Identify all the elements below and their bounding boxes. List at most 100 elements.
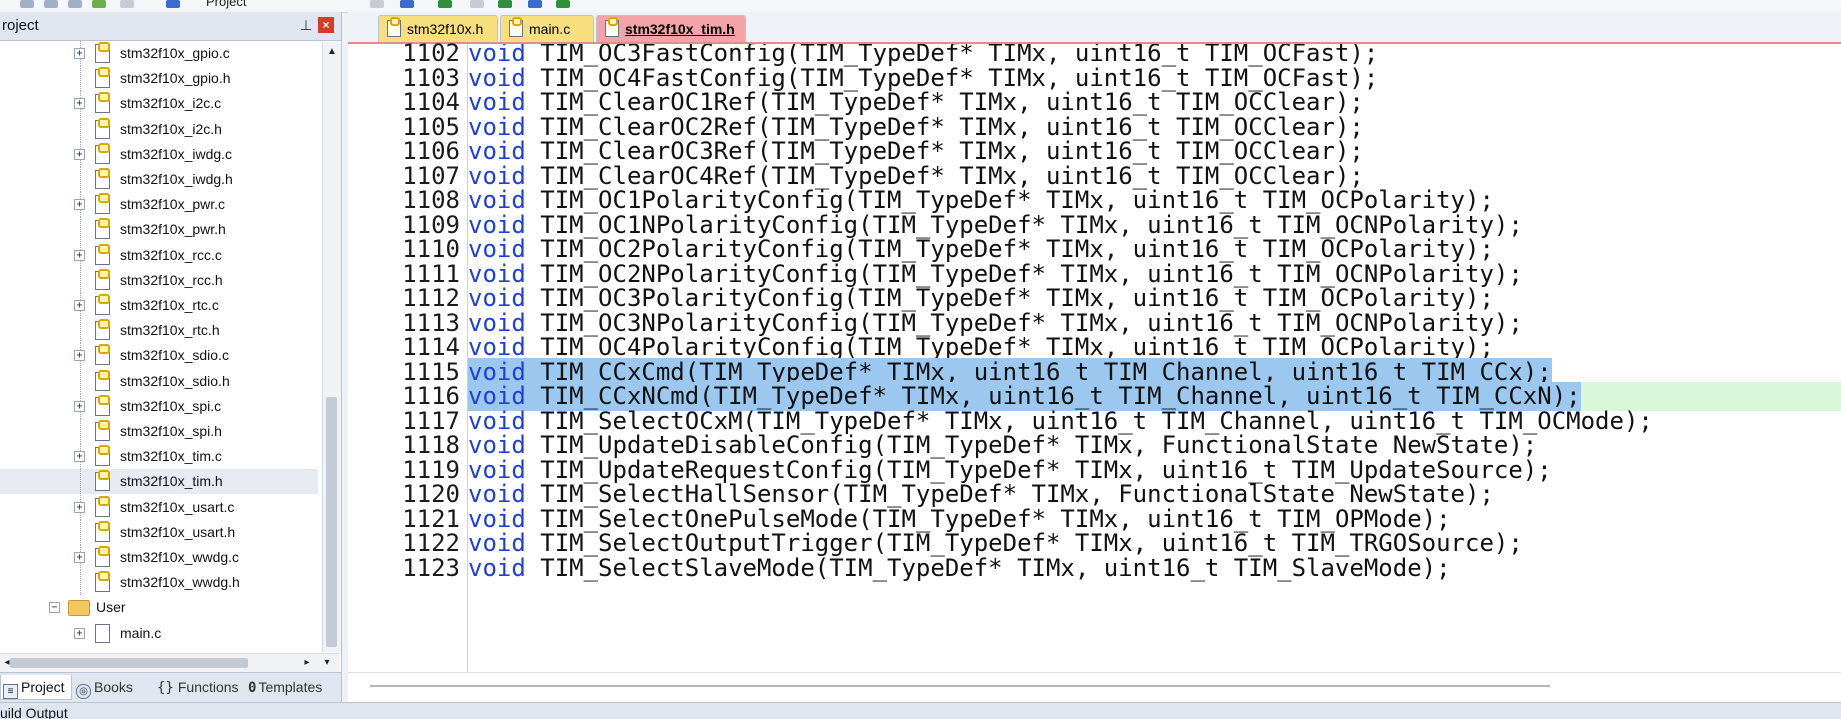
toolbar-button[interactable] bbox=[400, 0, 414, 8]
header-file-icon bbox=[95, 193, 110, 214]
expand-icon[interactable]: + bbox=[74, 98, 85, 109]
header-file-icon bbox=[95, 218, 110, 239]
tree-item[interactable]: + stm32f10x_sdio.c bbox=[0, 343, 318, 368]
tab-templates[interactable]: 0 Templates bbox=[246, 675, 340, 699]
tree-item[interactable]: + stm32f10x_usart.c bbox=[0, 495, 318, 520]
tab-project[interactable]: ≡ Project bbox=[0, 675, 72, 700]
tree-item-label: stm32f10x_pwr.h bbox=[120, 221, 226, 237]
tree-guide-line bbox=[80, 570, 82, 595]
toolbar-button[interactable] bbox=[556, 0, 570, 8]
tree-item[interactable]: stm32f10x_wwdg.h bbox=[0, 570, 318, 595]
tree-guide-line bbox=[80, 419, 82, 444]
close-icon[interactable]: × bbox=[318, 17, 334, 33]
code-line[interactable]: void TIM_SelectSlaveMode(TIM_TypeDef* TI… bbox=[468, 554, 1451, 583]
tree-item-label: stm32f10x_spi.h bbox=[120, 423, 222, 439]
source-file-icon bbox=[95, 624, 110, 643]
header-file-icon bbox=[605, 17, 619, 37]
header-file-icon bbox=[95, 319, 110, 340]
code-area[interactable]: void TIM_OC3FastConfig(TIM_TypeDef* TIMx… bbox=[468, 44, 1841, 672]
toolbar-button[interactable] bbox=[120, 0, 134, 8]
tree-item[interactable]: + stm32f10x_i2c.c bbox=[0, 91, 318, 116]
toolbar-button[interactable] bbox=[528, 0, 542, 8]
tree-item-label: stm32f10x_i2c.c bbox=[120, 95, 222, 111]
toolbar-button[interactable] bbox=[470, 0, 484, 8]
keyword-token: void bbox=[468, 284, 526, 312]
tree-item[interactable]: stm32f10x_pwr.h bbox=[0, 217, 318, 242]
toolbar-button[interactable] bbox=[498, 0, 512, 8]
project-tree: + stm32f10x_gpio.c stm32f10x_gpio.h + stm32f… bbox=[0, 41, 322, 653]
header-file-icon bbox=[95, 521, 110, 542]
toolbar-button[interactable] bbox=[20, 0, 34, 8]
expand-icon[interactable]: + bbox=[74, 300, 85, 311]
source-file-icon bbox=[509, 17, 523, 37]
expand-icon[interactable]: + bbox=[74, 48, 85, 59]
tree-item-label: stm32f10x_iwdg.c bbox=[120, 146, 233, 162]
header-file-icon bbox=[95, 118, 110, 139]
tree-item[interactable]: stm32f10x_gpio.h bbox=[0, 66, 318, 91]
keyword-token: void bbox=[468, 529, 526, 557]
toolbar-button[interactable] bbox=[68, 0, 82, 8]
tree-item[interactable]: stm32f10x_iwdg.h bbox=[0, 167, 318, 192]
toolbar-button[interactable] bbox=[166, 0, 180, 8]
toolbar-button[interactable] bbox=[92, 0, 106, 8]
tree-item[interactable]: + stm32f10x_rtc.c bbox=[0, 293, 318, 318]
toolbar-button[interactable] bbox=[370, 0, 384, 8]
expand-icon[interactable]: + bbox=[74, 552, 85, 563]
tree-item[interactable]: stm32f10x_spi.h bbox=[0, 419, 318, 444]
tree-item[interactable]: stm32f10x_rtc.h bbox=[0, 318, 318, 343]
tree-item-label: stm32f10x_rtc.h bbox=[120, 322, 220, 338]
tab-functions[interactable]: {} Functions bbox=[153, 675, 243, 699]
expand-icon[interactable]: + bbox=[74, 401, 85, 412]
panel-header: roject ⊥ × bbox=[0, 12, 341, 41]
expand-icon[interactable]: + bbox=[74, 350, 85, 361]
tree-item[interactable]: stm32f10x_i2c.h bbox=[0, 117, 318, 142]
tree-item[interactable]: + stm32f10x_tim.c bbox=[0, 444, 318, 469]
keyword-token: void bbox=[468, 137, 526, 165]
tree-group-user[interactable]: − User bbox=[0, 595, 318, 620]
pin-icon[interactable]: ⊥ bbox=[297, 15, 315, 35]
tree-item[interactable]: + stm32f10x_pwr.c bbox=[0, 192, 318, 217]
tree-item-label: stm32f10x_sdio.c bbox=[120, 347, 229, 363]
scroll-thumb[interactable] bbox=[10, 658, 248, 668]
tab-stm32f10x-tim-h[interactable]: stm32f10x_tim.h bbox=[596, 15, 746, 43]
build-output-header: uild Output bbox=[0, 702, 1841, 719]
tree-guide-line bbox=[80, 469, 82, 494]
header-file-icon bbox=[95, 445, 110, 466]
tree-item[interactable]: + stm32f10x_gpio.c bbox=[0, 41, 318, 66]
expand-icon[interactable]: + bbox=[74, 502, 85, 513]
editor-horizontal-scrollbar[interactable] bbox=[348, 672, 1841, 699]
toolbar-button[interactable] bbox=[44, 0, 58, 8]
tree-item[interactable]: + stm32f10x_wwdg.c bbox=[0, 545, 318, 570]
tree-item[interactable]: stm32f10x_sdio.h bbox=[0, 369, 318, 394]
scroll-right-icon[interactable]: ▸ bbox=[300, 654, 314, 672]
tree-horizontal-scrollbar[interactable]: ◂ ▸ ▾ bbox=[0, 653, 340, 672]
tree-item[interactable]: + main.c bbox=[0, 621, 318, 646]
tree-item[interactable]: stm32f10x_tim.h bbox=[0, 469, 318, 494]
expand-icon[interactable]: + bbox=[74, 149, 85, 160]
dropdown-arrow-icon[interactable]: ▾ bbox=[320, 654, 334, 672]
folder-icon bbox=[68, 600, 90, 616]
tree-item[interactable]: stm32f10x_rcc.h bbox=[0, 268, 318, 293]
tree-item-label: stm32f10x_iwdg.h bbox=[120, 171, 233, 187]
tree-item[interactable]: + stm32f10x_spi.c bbox=[0, 394, 318, 419]
collapse-icon[interactable]: − bbox=[49, 602, 60, 613]
expand-icon[interactable]: + bbox=[74, 199, 85, 210]
tree-item[interactable]: + stm32f10x_rcc.c bbox=[0, 243, 318, 268]
toolbar-button[interactable] bbox=[438, 0, 452, 8]
expand-icon[interactable]: + bbox=[74, 451, 85, 462]
target-select[interactable]: Project bbox=[206, 0, 246, 9]
expand-icon[interactable]: + bbox=[74, 250, 85, 261]
expand-icon[interactable]: + bbox=[74, 628, 85, 639]
header-file-icon bbox=[95, 571, 110, 592]
tab-books[interactable]: ◎ Books bbox=[74, 675, 150, 699]
tab-main-c[interactable]: main.c bbox=[500, 15, 594, 43]
scroll-track[interactable] bbox=[370, 685, 1550, 687]
tree-item[interactable]: + stm32f10x_iwdg.c bbox=[0, 142, 318, 167]
header-file-icon bbox=[95, 67, 110, 88]
tree-item-label: stm32f10x_wwdg.c bbox=[120, 549, 240, 565]
scroll-up-icon[interactable]: ▲ bbox=[323, 42, 341, 62]
tree-vertical-scrollbar[interactable]: ▲ bbox=[322, 42, 341, 652]
tree-item-label: stm32f10x_wwdg.h bbox=[120, 574, 240, 590]
scroll-thumb[interactable] bbox=[326, 397, 337, 647]
tree-item[interactable]: stm32f10x_usart.h bbox=[0, 520, 318, 545]
